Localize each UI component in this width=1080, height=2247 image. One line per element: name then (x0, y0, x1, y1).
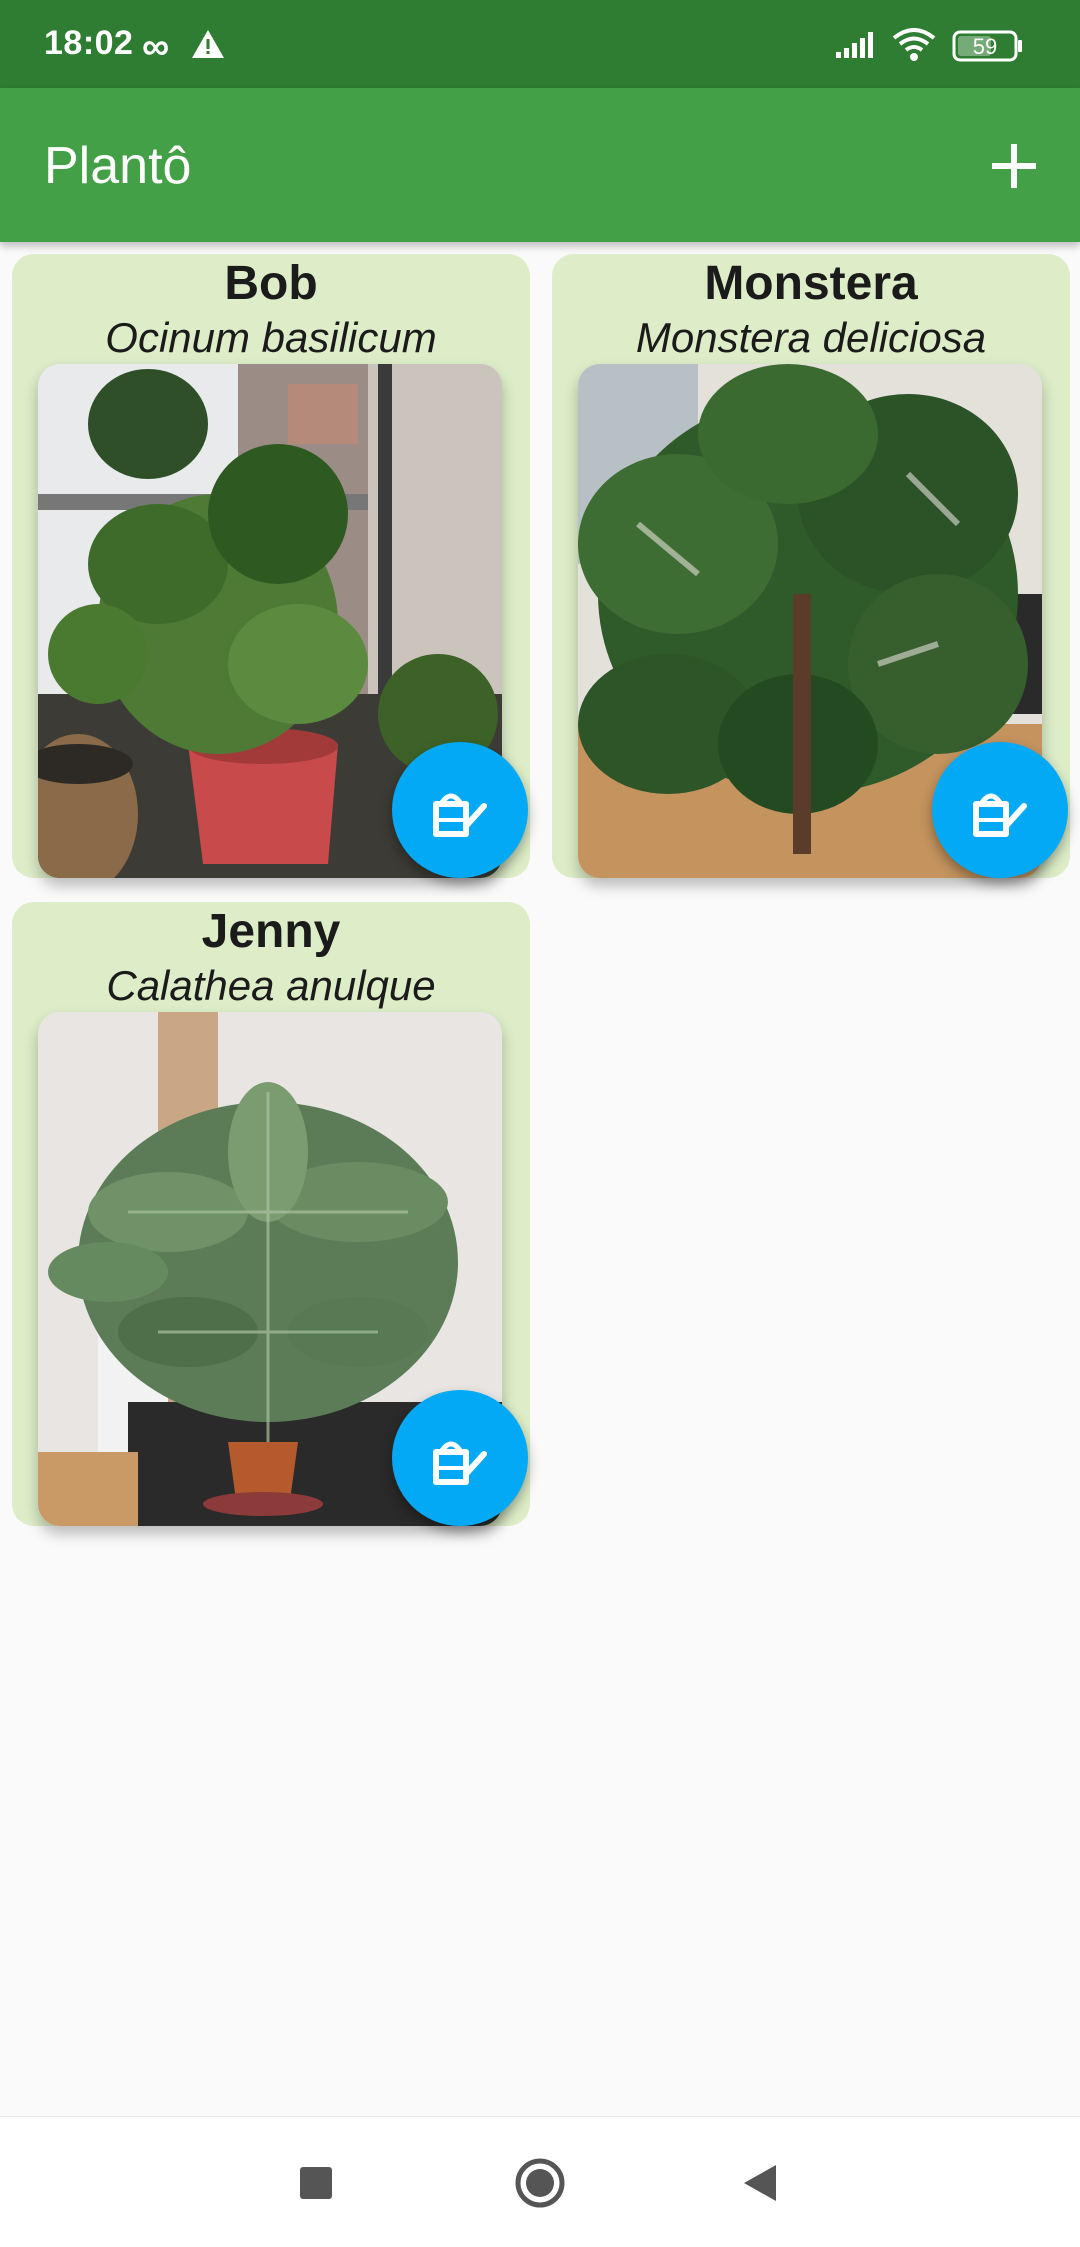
watering-can-icon (973, 793, 1027, 837)
back-triangle-icon[interactable] (742, 2163, 778, 2203)
water-plant-button[interactable] (932, 742, 1068, 878)
plus-icon (992, 144, 1036, 188)
plant-card[interactable]: Monstera Monstera deliciosa (552, 254, 1070, 878)
status-time: 18:02 (44, 24, 134, 62)
status-bar: 18:02 ∞ 59 (0, 0, 1080, 88)
plant-name: Bob (224, 257, 318, 310)
plant-card[interactable]: Jenny Calathea anulque (12, 902, 530, 1526)
home-circle-icon[interactable] (514, 2157, 566, 2209)
plant-name: Jenny (201, 905, 341, 958)
watering-can-icon (433, 1441, 487, 1485)
water-plant-button[interactable] (392, 1390, 528, 1526)
watering-can-icon (433, 793, 487, 837)
plant-card[interactable]: Bob Ocinum basilicum (12, 254, 530, 878)
recents-square-icon[interactable] (300, 2167, 332, 2199)
warning-icon (190, 28, 226, 65)
infinity-icon: ∞ (142, 26, 170, 68)
system-nav-bar (0, 2116, 1080, 2247)
cell-signal-icon (836, 30, 880, 65)
plant-species: Calathea anulque (106, 962, 436, 1009)
battery-icon: 59 (952, 30, 1024, 67)
app-bar: Plantô (0, 88, 1080, 242)
wifi-icon (892, 28, 936, 67)
battery-level: 59 (973, 34, 997, 59)
water-plant-button[interactable] (392, 742, 528, 878)
add-plant-button[interactable] (976, 128, 1052, 204)
plant-species: Monstera deliciosa (635, 314, 987, 361)
plant-species: Ocinum basilicum (105, 314, 437, 361)
plant-name: Monstera (704, 257, 918, 310)
app-title: Plantô (44, 137, 192, 195)
